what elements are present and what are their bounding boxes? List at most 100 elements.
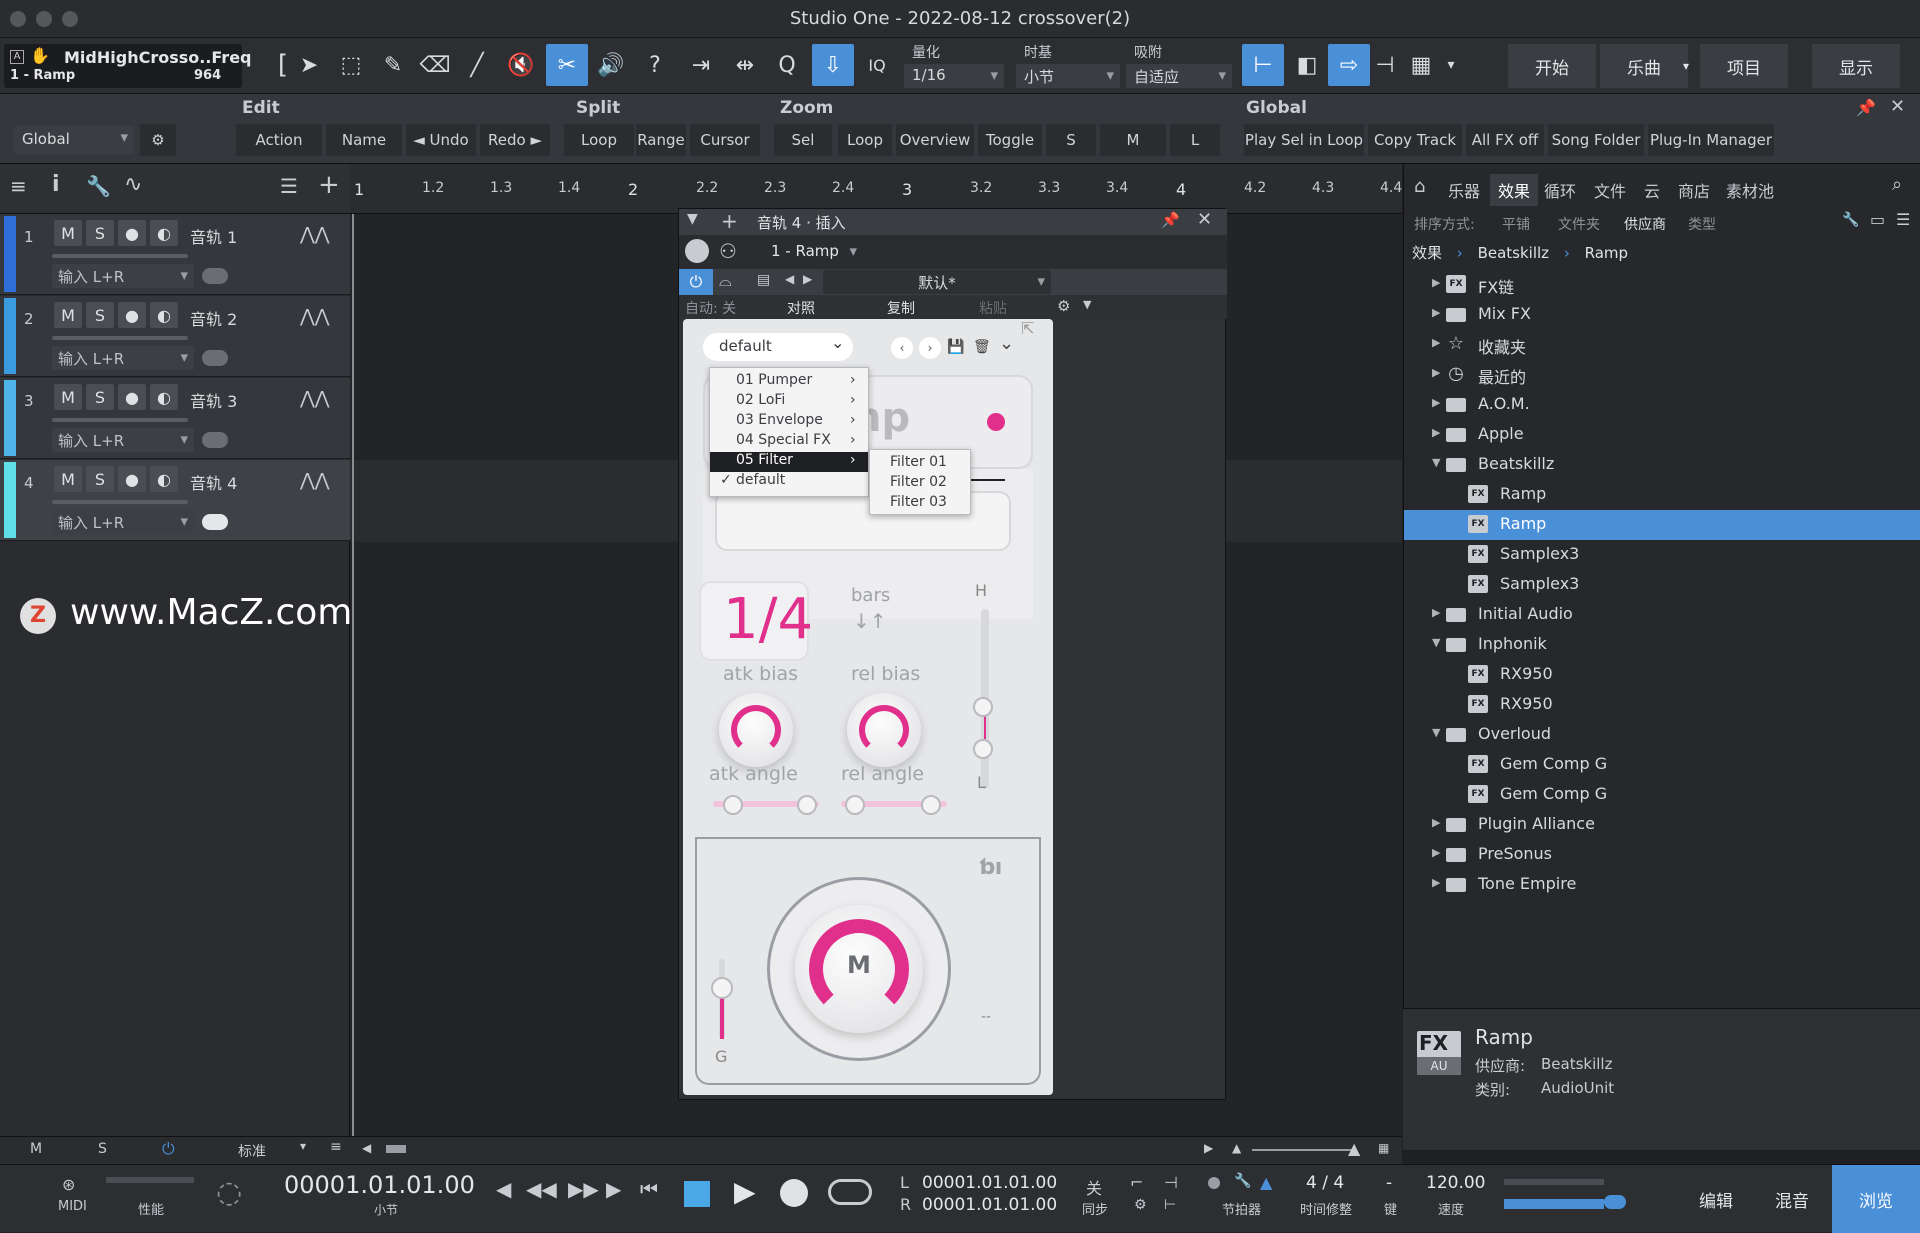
macro-loop-button[interactable]: Loop bbox=[564, 124, 634, 156]
preset-menu[interactable]: 01 Pumper › 02 LoFi › 03 Envelope › 04 Spec… bbox=[709, 367, 869, 497]
browser-folder[interactable]: ▼ Beatskillz bbox=[1404, 450, 1920, 480]
plugin-window[interactable]: ▼ + 音轨 4 · 插入 📌 ✕ ⚇ 1 - Ramp ⏻ ⌓ ▤ ◀ ▶ 默… bbox=[678, 208, 1227, 1100]
browse-view-button[interactable]: 浏览 bbox=[1832, 1165, 1920, 1233]
atk-bias-knob[interactable] bbox=[719, 693, 793, 767]
macro-m-button[interactable]: M bbox=[1100, 124, 1166, 156]
mix-knob[interactable]: M bbox=[795, 905, 923, 1033]
tab-files[interactable]: 文件 bbox=[1594, 178, 1626, 202]
tab-shop[interactable]: 商店 bbox=[1678, 178, 1710, 202]
browser-folder[interactable]: ▶ Mix FX bbox=[1404, 300, 1920, 330]
collapsed-arrow-icon[interactable]: ▶ bbox=[1432, 876, 1440, 889]
preset-menu-item[interactable]: ✓ default bbox=[710, 472, 785, 492]
rewind-icon[interactable]: ◀◀ bbox=[526, 1177, 557, 1201]
browser-item[interactable]: FX Samplex3 bbox=[1404, 540, 1920, 570]
monitor-icon[interactable]: ◐ bbox=[150, 384, 178, 410]
timebase-select[interactable]: 小节 bbox=[1016, 64, 1120, 88]
breadcrumb-vendor[interactable]: Beatskillz bbox=[1478, 244, 1549, 262]
preset-menu-item[interactable]: 02 LoFi › bbox=[710, 392, 856, 412]
paint-tool-icon[interactable]: ╱ bbox=[456, 44, 498, 86]
mute-button[interactable]: M bbox=[54, 220, 82, 246]
horizontal-scrollbar[interactable] bbox=[386, 1145, 406, 1153]
return-to-zero-icon[interactable]: ⏮ bbox=[640, 1177, 658, 1201]
eraser-tool-icon[interactable]: ⌫ bbox=[414, 44, 456, 86]
status-mode[interactable]: 标准 bbox=[238, 1141, 266, 1161]
browser-list-icon[interactable]: ☰ bbox=[1896, 210, 1910, 229]
submenu-item[interactable]: Filter 03 bbox=[870, 494, 947, 514]
plugin-power-icon[interactable]: ⏻ bbox=[679, 269, 713, 295]
tab-effects[interactable]: 效果 bbox=[1490, 174, 1539, 206]
expanded-arrow-icon[interactable]: ▼ bbox=[1432, 726, 1440, 739]
zoom-out-icon[interactable]: ▲ bbox=[1232, 1141, 1241, 1155]
time-signature[interactable]: 4 / 4 bbox=[1306, 1173, 1344, 1193]
nav-project-button[interactable]: 项目 bbox=[1700, 44, 1788, 88]
collapsed-arrow-icon[interactable]: ▶ bbox=[1432, 396, 1440, 409]
browser-folder[interactable]: ▶ Plugin Alliance bbox=[1404, 810, 1920, 840]
loop-icon[interactable] bbox=[828, 1179, 872, 1205]
submenu-item[interactable]: Filter 01 bbox=[870, 454, 947, 474]
rate-display[interactable]: 1/4 bbox=[699, 581, 813, 661]
preroll-icon[interactable]: ⊣ bbox=[1164, 1173, 1178, 1192]
atk-angle-handle-left[interactable] bbox=[723, 795, 743, 815]
macro-name-button[interactable]: Name bbox=[326, 124, 402, 156]
browser-item[interactable]: FX RX950 bbox=[1404, 690, 1920, 720]
plugin-settings-icon[interactable]: ⚙ bbox=[1057, 297, 1070, 315]
macro-sel-button[interactable]: Sel bbox=[774, 124, 832, 156]
scroll-right-icon[interactable]: ▶ bbox=[1204, 1141, 1213, 1155]
collapsed-arrow-icon[interactable]: ▶ bbox=[1432, 816, 1440, 829]
sort-folder[interactable]: 文件夹 bbox=[1558, 214, 1600, 234]
monitor-icon[interactable]: ◐ bbox=[150, 466, 178, 492]
layout-dropdown-icon[interactable]: ▾ bbox=[1430, 44, 1472, 86]
zoom-extra-icon[interactable]: ▦ bbox=[1378, 1141, 1389, 1155]
scroll-left-icon[interactable]: ◀ bbox=[362, 1141, 371, 1155]
transport-settings-icon[interactable]: ⚙ bbox=[1134, 1197, 1147, 1213]
rel-angle-handle-right[interactable] bbox=[921, 795, 941, 815]
zoom-slider[interactable] bbox=[1252, 1149, 1352, 1151]
pencil-tool-icon[interactable]: ✎ bbox=[372, 44, 414, 86]
pin-icon[interactable]: 📌 bbox=[1856, 98, 1876, 117]
volume-slider[interactable] bbox=[52, 500, 188, 504]
status-mode-dropdown-icon[interactable]: ▾ bbox=[300, 1139, 306, 1153]
browser-folder[interactable]: ▼ Overloud bbox=[1404, 720, 1920, 750]
prev-marker-icon[interactable]: ◀ bbox=[496, 1177, 511, 1201]
monitor-icon[interactable]: ◐ bbox=[150, 220, 178, 246]
tab-instruments[interactable]: 乐器 bbox=[1448, 178, 1480, 202]
track-list-icon[interactable]: ☰ bbox=[280, 174, 298, 198]
preset-list-icon[interactable]: ▤ bbox=[757, 272, 770, 288]
range-tool-icon[interactable]: ⬚ bbox=[330, 44, 372, 86]
tab-cloud[interactable]: 云 bbox=[1644, 178, 1660, 202]
right-locator[interactable]: 00001.01.01.00 bbox=[922, 1195, 1057, 1215]
rel-bias-knob[interactable] bbox=[847, 693, 921, 767]
sort-flat[interactable]: 平铺 bbox=[1502, 214, 1530, 234]
snap-both-icon[interactable]: ⇹ bbox=[724, 44, 766, 86]
expanded-arrow-icon[interactable]: ▼ bbox=[1432, 636, 1440, 649]
position-unit[interactable]: 小节 bbox=[374, 1201, 398, 1218]
browser-item[interactable]: ▶ ◷ 最近的 bbox=[1404, 360, 1920, 390]
mute-button[interactable]: M bbox=[54, 302, 82, 328]
preset-next-icon[interactable]: ▶ bbox=[803, 272, 812, 286]
snap-grid-icon[interactable]: ⊢ bbox=[1242, 44, 1284, 86]
macro-action-button[interactable]: Action bbox=[236, 124, 322, 156]
macro-overview-button[interactable]: Overview bbox=[896, 124, 974, 156]
collapsed-arrow-icon[interactable]: ▶ bbox=[1432, 366, 1440, 379]
record-icon[interactable]: ● bbox=[118, 384, 146, 410]
menu-icon[interactable]: ≡ bbox=[10, 174, 27, 198]
tab-loops[interactable]: 循环 bbox=[1544, 178, 1576, 202]
auto-off-button[interactable]: 自动: 关 bbox=[685, 298, 736, 318]
waveform-icon[interactable]: ⋀⋀ bbox=[300, 306, 330, 327]
track-row-1[interactable]: 1 M S ● ◐ 音轨 1 ⋀⋀ 输入 L+R bbox=[0, 214, 350, 295]
preset-select[interactable]: 默认* bbox=[823, 270, 1051, 294]
macro-s-button[interactable]: S bbox=[1046, 124, 1096, 156]
metronome-wrench-icon[interactable]: 🔧 bbox=[1234, 1173, 1251, 1189]
browser-folder[interactable]: ▶ Tone Empire bbox=[1404, 870, 1920, 900]
input-toggle[interactable] bbox=[202, 268, 228, 284]
paste-button[interactable]: 粘贴 bbox=[979, 298, 1007, 318]
input-select[interactable]: 输入 L+R bbox=[52, 428, 194, 452]
macro-song-folder-button[interactable]: Song Folder bbox=[1548, 124, 1644, 156]
snap-events-icon[interactable]: ◧ bbox=[1286, 44, 1328, 86]
status-list-icon[interactable]: ≡ bbox=[330, 1139, 342, 1155]
collapsed-arrow-icon[interactable]: ▶ bbox=[1432, 606, 1440, 619]
browser-item[interactable]: FX Gem Comp G bbox=[1404, 780, 1920, 810]
track-name[interactable]: 音轨 3 bbox=[190, 388, 237, 412]
wrench-icon[interactable]: 🔧 bbox=[86, 174, 111, 198]
preset-next-chevron-icon[interactable]: › bbox=[919, 337, 941, 359]
